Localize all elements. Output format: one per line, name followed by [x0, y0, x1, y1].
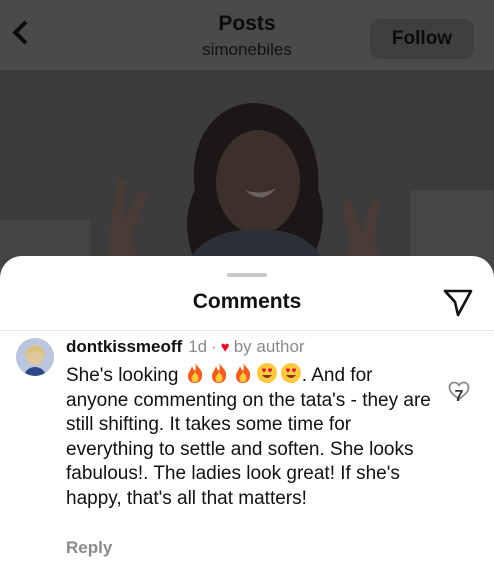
comment-emojis	[184, 362, 302, 384]
sheet-divider	[0, 330, 494, 331]
comment-text-start: She's looking	[66, 365, 184, 386]
follow-button[interactable]: Follow	[370, 19, 474, 59]
heart-eyes-emoji-icon	[280, 363, 301, 383]
meta-separator: ·	[211, 337, 217, 356]
liked-by-author-label: by author	[233, 337, 305, 356]
sheet-drag-handle[interactable]	[227, 273, 267, 277]
share-button[interactable]	[442, 288, 474, 318]
comment-text: She's looking . And for anyone commentin…	[66, 362, 436, 511]
avatar-image	[16, 338, 54, 376]
fire-emoji-icon	[187, 363, 202, 383]
fire-emoji-icon	[235, 363, 250, 383]
comment-username[interactable]: dontkissmeoff	[66, 337, 182, 357]
heart-eyes-emoji-icon	[256, 363, 277, 383]
comment-timestamp: 1d	[188, 337, 208, 356]
like-count: 7	[454, 388, 464, 405]
comment-meta: dontkissmeoff 1d · ♥ by author	[66, 337, 305, 357]
paper-plane-icon	[443, 289, 473, 317]
reply-button[interactable]: Reply	[66, 538, 112, 558]
post-photo-illustration	[0, 70, 494, 280]
comments-sheet: Comments dontkissmeoff 1d · ♥ by author …	[0, 256, 494, 576]
comment-text-rest: . And for anyone commenting on the tata'…	[66, 365, 431, 509]
post-header: Posts simonebiles Follow	[0, 0, 494, 70]
fire-emoji-icon	[211, 363, 226, 383]
post-image	[0, 70, 494, 280]
comments-title: Comments	[192, 290, 302, 313]
heart-icon: ♥	[220, 338, 230, 356]
avatar[interactable]	[16, 338, 54, 376]
